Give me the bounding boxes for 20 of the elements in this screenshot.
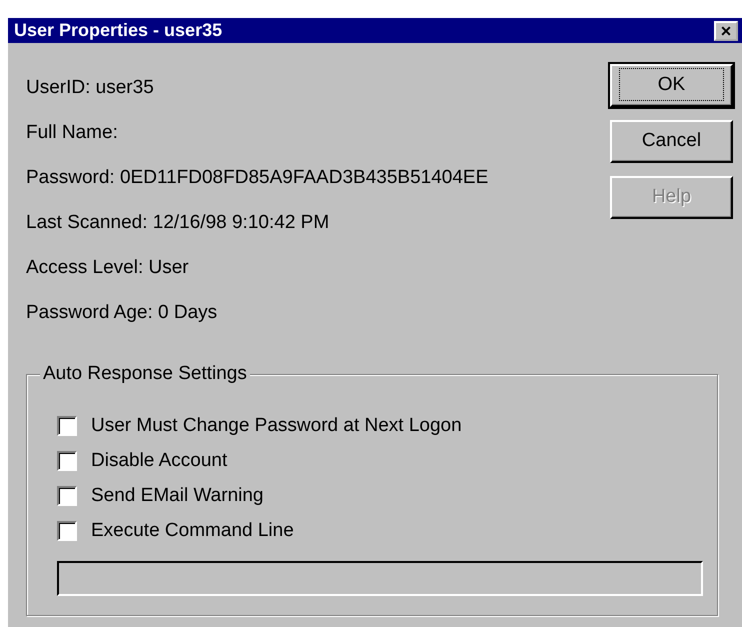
checkbox-label: Disable Account — [91, 449, 228, 473]
window-title: User Properties - user35 — [14, 19, 222, 42]
group-title: Auto Response Settings — [40, 362, 250, 386]
field-label: Last Scanned: 12/16/98 9:10:42 PM — [26, 211, 330, 235]
field-label: Full Name: — [26, 121, 119, 145]
checkbox-label: Send EMail Warning — [91, 484, 264, 508]
checkbox[interactable] — [57, 486, 77, 506]
close-button[interactable]: × — [714, 20, 738, 40]
checkbox-label: Execute Command Line — [91, 519, 294, 543]
checkbox[interactable] — [57, 520, 77, 540]
dialog-button[interactable]: Cancel — [610, 120, 733, 163]
field-label: UserID: user35 — [26, 76, 155, 100]
dialog-button[interactable]: OK — [610, 64, 733, 107]
field-label: Access Level: User — [26, 256, 190, 280]
checkbox[interactable] — [57, 450, 77, 470]
field-label: Password: 0ED11FD08FD85A9FAAD3B435B51404EE — [26, 166, 490, 190]
field-label: Password Age: 0 Days — [26, 301, 218, 325]
checkbox-label: User Must Change Password at Next Logon — [91, 414, 462, 438]
checkbox[interactable] — [57, 416, 77, 436]
dialog-button: Help — [610, 176, 733, 219]
